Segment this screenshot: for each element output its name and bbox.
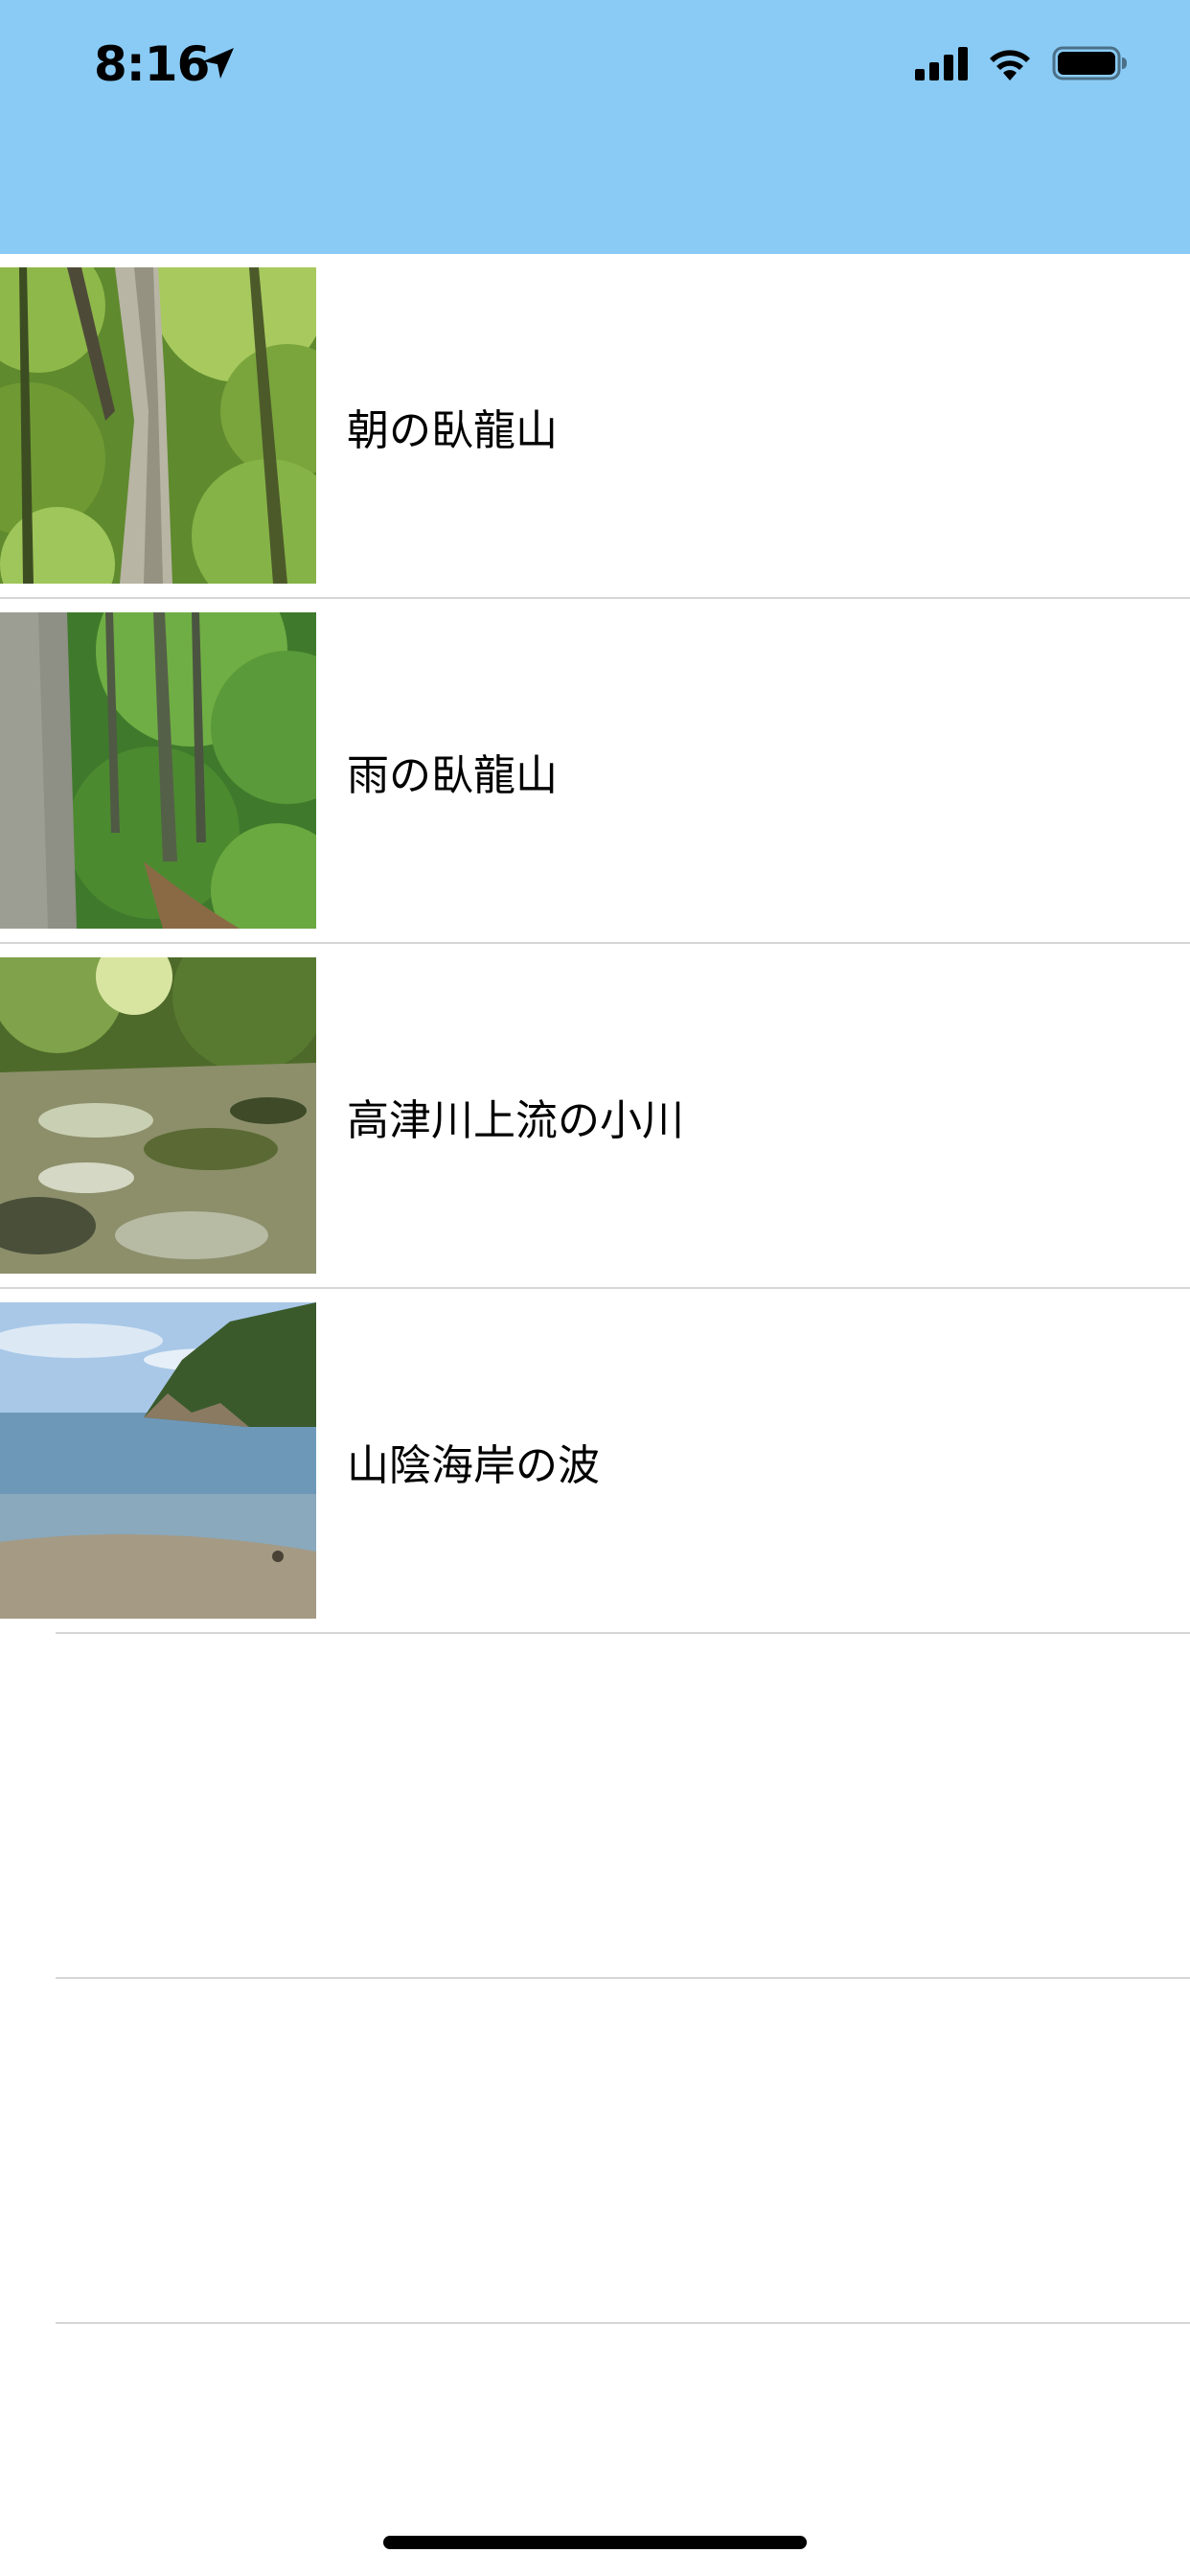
list-item-title: 高津川上流の小川: [347, 1096, 684, 1145]
list-item[interactable]: 朝の臥龍山: [0, 254, 1190, 599]
status-time: 8:16: [94, 36, 210, 92]
list-item[interactable]: 雨の臥龍山: [0, 599, 1190, 944]
cellular-signal-icon: [915, 47, 968, 80]
forest-morning-photo: [0, 267, 316, 584]
screen: 8:16 朝の臥龍山 雨の臥龍山 高津川上流の小川 山陰海岸の波: [0, 0, 1190, 2576]
location-arrow-icon: [203, 48, 234, 79]
home-indicator[interactable]: [383, 2536, 807, 2549]
empty-row: [0, 1634, 1190, 1979]
forest-rain-photo: [0, 612, 316, 929]
forest-morning-thumbnail: [0, 267, 316, 584]
nav-header: 8:16: [0, 0, 1190, 254]
list-item[interactable]: 山陰海岸の波: [0, 1289, 1190, 1634]
list-item-title: 山陰海岸の波: [347, 1441, 600, 1490]
list-item-title: 朝の臥龍山: [347, 406, 558, 455]
mountain-stream-thumbnail: [0, 957, 316, 1274]
mountain-stream-photo: [0, 957, 316, 1274]
empty-row: [0, 1979, 1190, 2324]
battery-icon: [1052, 46, 1127, 80]
coast-waves-photo: [0, 1302, 316, 1619]
forest-rain-thumbnail: [0, 612, 316, 929]
wifi-icon: [990, 50, 1030, 80]
row-separator: [56, 2322, 1190, 2324]
list-item[interactable]: 高津川上流の小川: [0, 944, 1190, 1289]
list-item-title: 雨の臥龍山: [347, 751, 558, 800]
coast-waves-thumbnail: [0, 1302, 316, 1619]
